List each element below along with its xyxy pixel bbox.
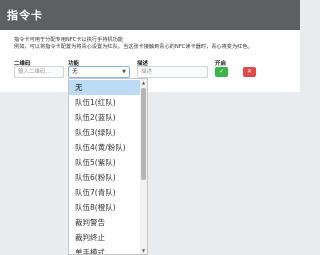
- command-card-panel: 指令卡可用于分配专用NFC卡以执行手持机功能 例如，可以将指令卡配置为将青心设置…: [0, 30, 300, 92]
- dropdown-scrollbar[interactable]: ▲ ▼: [140, 79, 147, 254]
- scrollbar-thumb[interactable]: [141, 88, 146, 180]
- chevron-down-icon: ▼: [122, 69, 126, 75]
- nfc-code-input[interactable]: [14, 66, 64, 78]
- function-select[interactable]: 无 ▼: [68, 66, 130, 78]
- scroll-down-icon[interactable]: ▼: [141, 248, 146, 253]
- dropdown-option[interactable]: 队伍2(蓝队): [69, 110, 141, 125]
- dropdown-option[interactable]: 单手模式: [69, 245, 141, 254]
- delete-button[interactable]: ✕: [243, 67, 256, 77]
- dropdown-option[interactable]: 无: [69, 80, 141, 95]
- function-select-value: 无: [72, 69, 78, 75]
- page-title: 指令卡: [7, 9, 43, 22]
- dropdown-option[interactable]: 队伍3(绿队): [69, 125, 141, 140]
- enable-label: 开启: [215, 61, 227, 67]
- header-bar: 指令卡: [0, 0, 300, 30]
- check-icon: ✓: [218, 68, 225, 75]
- dropdown-option[interactable]: 队伍5(紫队): [69, 155, 141, 170]
- delete-icon: ✕: [246, 68, 253, 75]
- description-line-1: 指令卡可用于分配专用NFC卡以执行手持机功能: [14, 37, 124, 43]
- function-dropdown-list[interactable]: 无 队伍1(红队) 队伍2(蓝队) 队伍3(绿队) 队伍4(黄/粉队) 队伍5(…: [68, 78, 148, 255]
- scroll-up-icon[interactable]: ▲: [141, 80, 146, 85]
- dropdown-option[interactable]: 裁判终止: [69, 230, 141, 245]
- dropdown-option[interactable]: 队伍7(青队): [69, 185, 141, 200]
- dropdown-option[interactable]: 队伍8(橙队): [69, 200, 141, 215]
- dropdown-option[interactable]: 队伍4(黄/粉队): [69, 140, 141, 155]
- enable-button[interactable]: ✓: [215, 67, 228, 77]
- dropdown-option[interactable]: 队伍6(粉队): [69, 170, 141, 185]
- description-line-2: 例如，可以将指令卡配置为将青心设置为红队。当这张卡接触到青心的NFC读卡器时，青…: [14, 44, 253, 50]
- dropdown-option[interactable]: 队伍1(红队): [69, 95, 141, 110]
- description-input[interactable]: [137, 66, 208, 78]
- dropdown-option[interactable]: 裁判警告: [69, 215, 141, 230]
